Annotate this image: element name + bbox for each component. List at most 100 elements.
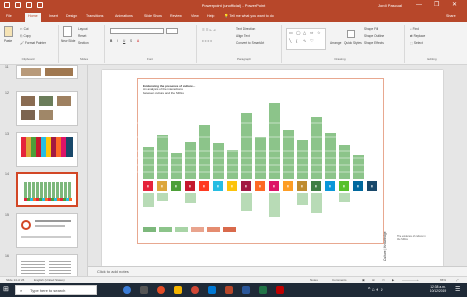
system-tray-icons[interactable]: ^ ⌂ ◐ ♪: [368, 287, 383, 293]
tab-review[interactable]: Review: [170, 14, 182, 18]
task-view-icon[interactable]: [140, 286, 148, 294]
quick-styles-icon[interactable]: [347, 30, 355, 38]
slide-thumbnail-13[interactable]: [16, 132, 78, 167]
clock[interactable]: 12:38 a.m. 10/12/2019: [426, 285, 450, 293]
font-color-button[interactable]: A: [137, 39, 139, 43]
tab-help[interactable]: Help: [207, 14, 214, 18]
replace-button[interactable]: ⇄ Replace: [410, 34, 425, 38]
arrow-shape-icon[interactable]: ⇨: [310, 30, 313, 35]
slide-title[interactable]: Evidencing the presence of culture... An…: [143, 84, 213, 95]
rectangle-shape-icon[interactable]: ▭: [289, 30, 293, 35]
notes-toggle[interactable]: Notes: [310, 278, 318, 282]
restore-button[interactable]: ❐: [434, 2, 439, 8]
notes-pane[interactable]: Click to add notes: [88, 266, 467, 276]
underline-button[interactable]: U: [123, 39, 125, 43]
tab-insert[interactable]: Insert: [49, 14, 58, 18]
slide-thumbnail-15[interactable]: [16, 213, 78, 248]
shape-fill-button[interactable]: Shape Fill: [364, 27, 378, 31]
align-text-button[interactable]: Align Text: [236, 34, 250, 38]
new-slide-icon[interactable]: [63, 26, 72, 37]
oval-shape-icon[interactable]: ◯: [296, 30, 300, 35]
status-bar: Slide 14 of 26 English (United States) N…: [0, 276, 467, 283]
cortana-icon[interactable]: [123, 286, 131, 294]
chrome-icon[interactable]: [157, 286, 165, 294]
slide-thumbnail-14[interactable]: [16, 172, 78, 207]
zoom-slider[interactable]: —————+: [402, 278, 419, 282]
tab-home[interactable]: Home: [25, 13, 41, 22]
brace-shape-icon[interactable]: {: [296, 38, 297, 43]
file-explorer-icon[interactable]: [174, 286, 182, 294]
slideshow-icon[interactable]: ▶: [392, 278, 394, 282]
tab-slide-show[interactable]: Slide Show: [144, 14, 162, 18]
reset-button[interactable]: Reset: [78, 34, 86, 38]
sdg-15-icon: ▮: [339, 181, 349, 191]
tab-design[interactable]: Design: [66, 14, 77, 18]
curve-shape-icon[interactable]: ∿: [303, 38, 306, 43]
word-icon[interactable]: [242, 286, 250, 294]
side-note-text[interactable]: The evidence of culture in the SDGs: [397, 235, 427, 241]
legend-pill: [175, 227, 188, 232]
shapes-gallery[interactable]: ▭ ◯ △ ⇨ ☆ ╲ { ∿ ♡: [286, 28, 326, 50]
heart-shape-icon[interactable]: ♡: [310, 38, 314, 43]
arrange-button[interactable]: Arrange: [330, 41, 341, 45]
share-button[interactable]: Share: [446, 14, 456, 18]
text-direction-button[interactable]: Text Direction: [236, 27, 255, 31]
star-shape-icon[interactable]: ☆: [317, 30, 321, 35]
slide-sorter-icon[interactable]: ⊞: [372, 278, 375, 282]
font-size-dropdown[interactable]: [166, 28, 178, 34]
italic-button[interactable]: I: [117, 39, 118, 43]
tab-transitions[interactable]: Transitions: [86, 14, 103, 18]
legend-pill: [191, 227, 204, 232]
slide-thumbnail-12[interactable]: [16, 91, 78, 126]
layout-button[interactable]: Layout: [78, 27, 88, 31]
sdg-strip-thumb: [24, 198, 72, 201]
reading-view-icon[interactable]: ▭: [382, 278, 385, 282]
shape-effects-button[interactable]: Shape Effects: [364, 41, 384, 45]
font-name-dropdown[interactable]: [110, 28, 164, 34]
paste-button[interactable]: Paste: [4, 39, 12, 43]
new-slide-button[interactable]: New Slide: [61, 39, 75, 43]
notifications-icon[interactable]: ☰: [455, 286, 460, 293]
thumb-photo: [21, 96, 35, 106]
slide-thumbnail-11[interactable]: [16, 65, 78, 79]
select-button[interactable]: ⬚ Select: [410, 41, 423, 45]
quick-styles-button[interactable]: Quick Styles: [344, 41, 362, 45]
shape-outline-button[interactable]: Shape Outline: [364, 34, 384, 38]
pdf-icon[interactable]: [276, 286, 284, 294]
copy-button[interactable]: ⎘ Copy: [20, 34, 31, 38]
convert-smartart-button[interactable]: Convert to SmartArt: [236, 41, 264, 45]
minimize-button[interactable]: —: [416, 2, 422, 8]
mail-icon[interactable]: [208, 286, 216, 294]
taskbar-search-box[interactable]: ⌕ Type here to search: [15, 285, 97, 295]
bullets-button[interactable]: ☰ ☰ ⇤ ⇥: [202, 28, 216, 32]
bold-button[interactable]: B: [110, 39, 112, 43]
fit-slide-icon[interactable]: ⤢: [456, 278, 458, 282]
browser-icon[interactable]: [191, 286, 199, 294]
thumb-text-line: [21, 236, 71, 238]
vertical-slide-label[interactable]: Culture | Knowledge: [383, 219, 389, 261]
line-shape-icon[interactable]: ╲: [289, 38, 291, 43]
paste-icon[interactable]: [4, 26, 13, 37]
powerpoint-icon[interactable]: [225, 286, 233, 294]
normal-view-icon[interactable]: ▣: [362, 278, 365, 282]
strikethrough-button[interactable]: S: [130, 39, 132, 43]
find-button[interactable]: ⌕ Find: [410, 27, 419, 31]
tab-animations[interactable]: Animations: [115, 14, 133, 18]
zoom-level[interactable]: 65%: [440, 278, 446, 282]
bar-column: [283, 130, 294, 179]
user-name[interactable]: Jordi Pascual: [378, 3, 402, 8]
format-painter-button[interactable]: 🖌 Format Painter: [20, 41, 46, 45]
tab-view[interactable]: View: [191, 14, 199, 18]
triangle-shape-icon[interactable]: △: [303, 30, 306, 35]
excel-icon[interactable]: [259, 286, 267, 294]
comments-toggle[interactable]: Comments: [332, 278, 347, 282]
ribbon-separator: [404, 25, 405, 63]
align-buttons[interactable]: ≡ ≡ ≡ ≡: [202, 39, 212, 43]
tab-file[interactable]: File: [6, 14, 12, 18]
tell-me-search[interactable]: 💡 Tell me what you want to do: [224, 14, 274, 18]
close-button[interactable]: ✕: [452, 2, 457, 8]
windows-start-icon[interactable]: ⊞: [3, 286, 9, 294]
language-indicator[interactable]: English (United States): [34, 278, 65, 282]
section-button[interactable]: Section: [78, 41, 89, 45]
cut-button[interactable]: ✂ Cut: [20, 27, 29, 31]
